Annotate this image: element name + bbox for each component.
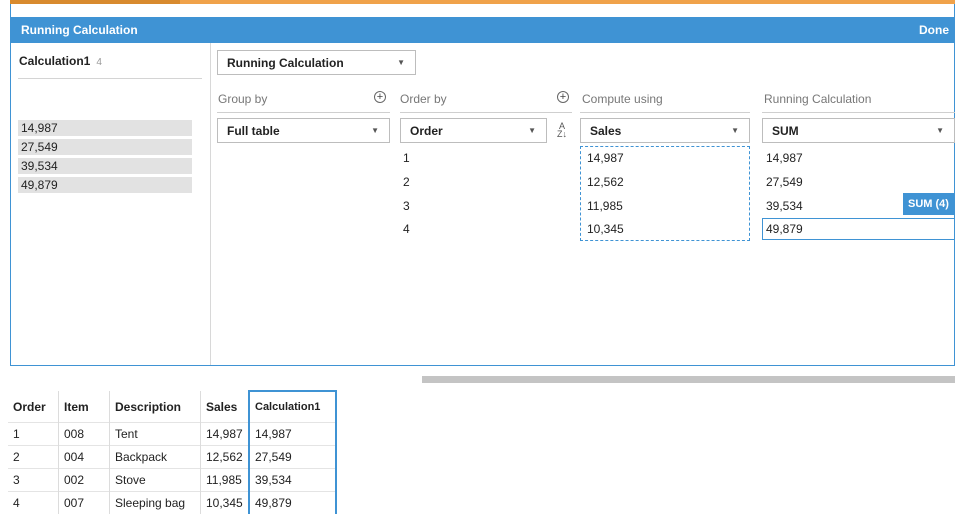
chevron-down-icon: ▼: [528, 126, 536, 135]
order-value: 1: [403, 151, 410, 165]
cell-description: Tent: [109, 422, 201, 446]
horizontal-scrollbar[interactable]: [422, 376, 955, 383]
cell-description: Sleeping bag: [109, 491, 201, 514]
cell-order: 3: [8, 468, 59, 492]
editor-title: Running Calculation: [21, 23, 138, 37]
order-value: 4: [403, 222, 410, 236]
sales-value: 12,562: [587, 175, 624, 189]
cell-sales: 10,345: [200, 491, 250, 514]
order-value: 3: [403, 199, 410, 213]
preview-value: 27,549: [18, 139, 192, 155]
calculation-name-label: Calculation1: [19, 54, 91, 68]
cell-description: Backpack: [109, 445, 201, 469]
cell-calculation1: 14,987: [248, 422, 337, 446]
running-value: 14,987: [766, 151, 803, 165]
running-calculation-value: SUM: [772, 124, 799, 138]
group-by-label: Group by: [218, 92, 268, 106]
divider: [18, 78, 202, 79]
order-by-label: Order by: [400, 92, 447, 106]
preview-value: 39,534: [18, 158, 192, 174]
divider: [580, 112, 750, 113]
cell-item: 008: [58, 422, 110, 446]
cell-calculation1: 49,879: [248, 491, 337, 514]
divider: [400, 112, 572, 113]
compute-using-label: Compute using: [582, 92, 663, 106]
column-header-calculation1[interactable]: Calculation1: [248, 390, 337, 423]
column-header-sales[interactable]: Sales: [200, 391, 250, 423]
table-header-row: Order Item Description Sales Calculation…: [8, 390, 337, 423]
running-calculation-dropdown[interactable]: SUM ▼: [762, 118, 955, 143]
sales-value: 14,987: [587, 151, 624, 165]
running-value: 39,534: [766, 199, 803, 213]
chevron-down-icon: ▼: [397, 58, 405, 67]
cell-calculation1: 39,534: [248, 468, 337, 492]
table-row: 4 007 Sleeping bag 10,345 49,879: [8, 491, 337, 514]
compute-using-value: Sales: [590, 124, 622, 138]
cell-sales: 12,562: [200, 445, 250, 469]
cell-calculation1: 27,549: [248, 445, 337, 469]
order-by-value: Order: [410, 124, 443, 138]
divider: [217, 112, 390, 113]
running-value: 49,879: [766, 222, 803, 236]
cell-sales: 14,987: [200, 422, 250, 446]
sum-tag: SUM (4): [903, 193, 955, 215]
cell-item: 002: [58, 468, 110, 492]
calculation-count: 4: [96, 57, 102, 68]
cell-description: Stove: [109, 468, 201, 492]
sales-value: 10,345: [587, 222, 624, 236]
chevron-down-icon: ▼: [371, 126, 379, 135]
preview-value: 14,987: [18, 120, 192, 136]
table-row: 1 008 Tent 14,987 14,987: [8, 422, 337, 446]
cell-order: 4: [8, 491, 59, 514]
add-group-by-icon[interactable]: +: [374, 91, 386, 103]
table-row: 3 002 Stove 11,985 39,534: [8, 468, 337, 492]
group-by-dropdown[interactable]: Full table ▼: [217, 118, 390, 143]
order-value: 2: [403, 175, 410, 189]
cell-sales: 11,985: [200, 468, 250, 492]
sales-value: 11,985: [587, 199, 623, 213]
chevron-down-icon: ▼: [731, 126, 739, 135]
calculation-name[interactable]: Calculation1 4: [19, 54, 102, 68]
sort-ascending-icon[interactable]: A Z↓: [552, 122, 572, 140]
divider: [762, 112, 955, 113]
running-value: 27,549: [766, 175, 803, 189]
cell-item: 007: [58, 491, 110, 514]
cell-order: 1: [8, 422, 59, 446]
chevron-down-icon: ▼: [936, 126, 944, 135]
cell-order: 2: [8, 445, 59, 469]
column-header-description[interactable]: Description: [109, 391, 201, 423]
group-by-value: Full table: [227, 124, 280, 138]
cell-item: 004: [58, 445, 110, 469]
calculation-type-dropdown[interactable]: Running Calculation ▼: [217, 50, 416, 75]
compute-using-dropdown[interactable]: Sales ▼: [580, 118, 750, 143]
table-row: 2 004 Backpack 12,562 27,549: [8, 445, 337, 469]
data-grid: Order Item Description Sales Calculation…: [8, 390, 337, 514]
calculation-preview-column: [10, 43, 211, 365]
preview-value: 49,879: [18, 177, 192, 193]
column-header-item[interactable]: Item: [58, 391, 110, 423]
add-order-by-icon[interactable]: +: [557, 91, 569, 103]
order-by-dropdown[interactable]: Order ▼: [400, 118, 547, 143]
calculation-type-value: Running Calculation: [227, 56, 344, 70]
running-calculation-label: Running Calculation: [764, 92, 872, 106]
done-button[interactable]: Done: [919, 23, 949, 37]
editor-header: Running Calculation Done: [10, 17, 955, 43]
column-header-order[interactable]: Order: [8, 391, 59, 423]
